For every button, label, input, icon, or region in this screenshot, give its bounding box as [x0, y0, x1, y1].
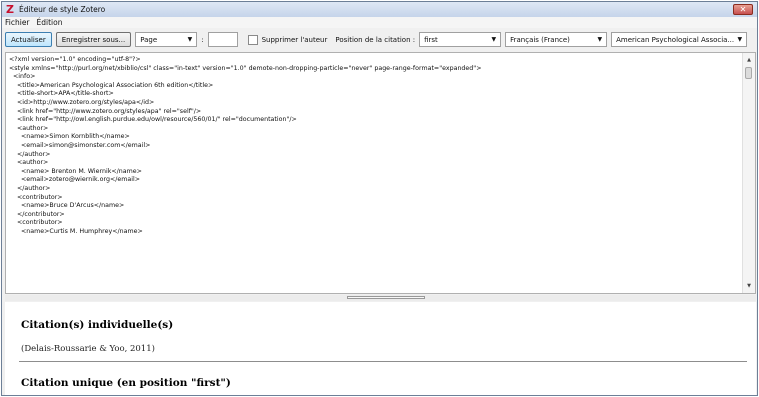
- locale-value: Français (France): [510, 35, 570, 44]
- menu-file[interactable]: Fichier: [2, 18, 34, 27]
- style-select[interactable]: American Psychological Associa... ▼: [611, 32, 748, 47]
- locator-input[interactable]: [207, 32, 238, 47]
- code-line[interactable]: <?xml version="1.0" encoding="utf-8"?>: [9, 56, 739, 65]
- position-value: first: [424, 35, 438, 44]
- pane-splitter[interactable]: [5, 295, 756, 301]
- update-button[interactable]: Actualiser: [5, 32, 52, 47]
- code-line[interactable]: <contributor>: [9, 219, 739, 228]
- title-bar: Z Éditeur de style Zotero ✕: [2, 2, 757, 17]
- code-line[interactable]: <name>Bruce D'Arcus</name>: [9, 202, 739, 211]
- menu-edit[interactable]: Édition: [34, 18, 67, 27]
- splitter-grip[interactable]: [347, 296, 425, 299]
- chevron-down-icon: ▼: [737, 36, 743, 43]
- code-line[interactable]: <name>Simon Kornblith</name>: [9, 133, 739, 142]
- scrollbar-thumb[interactable]: [745, 67, 752, 79]
- window-title: Éditeur de style Zotero: [19, 5, 106, 14]
- code-line[interactable]: <style xmlns="http://purl.org/net/xbibli…: [9, 65, 739, 74]
- code-line[interactable]: <id>http://www.zotero.org/styles/apa</id…: [9, 99, 739, 108]
- locator-type-select[interactable]: Page ▼: [135, 32, 198, 47]
- code-line[interactable]: <name>Curtis M. Humphrey</name>: [9, 228, 739, 237]
- code-line[interactable]: <author>: [9, 125, 739, 134]
- locator-colon: :: [201, 35, 204, 44]
- locale-select[interactable]: Français (France) ▼: [505, 32, 608, 47]
- code-line[interactable]: <link href="http://owl.english.purdue.ed…: [9, 116, 739, 125]
- suppress-author-checkbox[interactable]: [247, 34, 258, 45]
- code-line[interactable]: </contributor>: [9, 211, 739, 220]
- divider: [19, 395, 747, 396]
- scroll-up-arrow-icon[interactable]: ▲: [743, 55, 755, 65]
- single-citation-heading: Citation unique (en position "first"): [21, 377, 231, 389]
- chevron-down-icon: ▼: [597, 36, 603, 43]
- close-button[interactable]: ✕: [733, 4, 753, 15]
- close-icon: ✕: [739, 5, 747, 14]
- code-line[interactable]: <email>simon@simonster.com</email>: [9, 142, 739, 151]
- csl-code-editor[interactable]: <?xml version="1.0" encoding="utf-8"?> <s…: [5, 52, 756, 294]
- citation-preview: Citation(s) individuelle(s) (Delais-Rous…: [5, 302, 756, 396]
- code-line[interactable]: <email>zotero@wiernik.org</email>: [9, 176, 739, 185]
- menu-bar: Fichier Édition: [2, 17, 757, 28]
- individual-citations-heading: Citation(s) individuelle(s): [21, 319, 174, 331]
- toolbar: Actualiser Enregistrer sous... Page ▼ : …: [2, 31, 757, 48]
- code-line[interactable]: <title-short>APA</title-short>: [9, 90, 739, 99]
- position-label: Position de la citation :: [335, 35, 416, 44]
- code-line[interactable]: <author>: [9, 159, 739, 168]
- divider: [19, 361, 747, 362]
- style-value: American Psychological Associa...: [616, 35, 735, 44]
- suppress-author-option[interactable]: Supprimer l'auteur: [247, 34, 328, 45]
- code-line[interactable]: <link href="http://www.zotero.org/styles…: [9, 108, 739, 117]
- position-select[interactable]: first ▼: [419, 32, 502, 47]
- save-as-button[interactable]: Enregistrer sous...: [55, 32, 132, 47]
- code-text[interactable]: <?xml version="1.0" encoding="utf-8"?> <s…: [9, 56, 739, 288]
- scroll-down-arrow-icon[interactable]: ▼: [743, 281, 755, 291]
- chevron-down-icon: ▼: [187, 36, 193, 43]
- code-line[interactable]: <title>American Psychological Associatio…: [9, 82, 739, 91]
- chevron-down-icon: ▼: [491, 36, 497, 43]
- code-line[interactable]: </author>: [9, 151, 739, 160]
- zotero-icon: Z: [6, 2, 14, 16]
- code-line[interactable]: <contributor>: [9, 194, 739, 203]
- style-editor-window: Z Éditeur de style Zotero ✕ Fichier Édit…: [1, 1, 758, 396]
- editor-scrollbar[interactable]: ▲ ▼: [742, 53, 755, 293]
- code-line[interactable]: <info>: [9, 73, 739, 82]
- individual-citation-text: (Delais-Roussarie & Yoo, 2011): [21, 344, 155, 354]
- locator-type-value: Page: [140, 35, 158, 44]
- suppress-author-label: Supprimer l'auteur: [261, 35, 328, 44]
- code-line[interactable]: </author>: [9, 185, 739, 194]
